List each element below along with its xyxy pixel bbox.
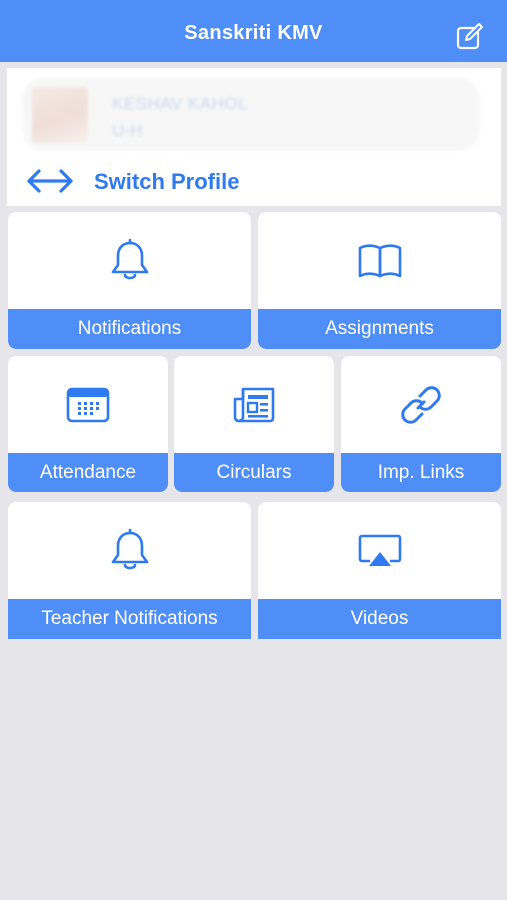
imp-links-label: Imp. Links — [341, 453, 501, 492]
profile-summary[interactable]: KESHAV KAHOL U-H — [22, 77, 480, 151]
profile-class: U-H — [112, 121, 143, 140]
attendance-label: Attendance — [8, 453, 168, 492]
imp-links-tile[interactable]: Imp. Links — [341, 356, 501, 492]
link-icon — [398, 382, 444, 428]
bell-icon — [106, 237, 154, 285]
avatar — [32, 87, 88, 143]
left-right-arrow-icon — [25, 166, 75, 196]
switch-profile-button[interactable]: Switch Profile — [25, 164, 325, 200]
assignments-label: Assignments — [258, 309, 501, 349]
notifications-tile[interactable]: Notifications — [8, 212, 251, 349]
teacher-notifications-tile[interactable]: Teacher Notifications — [8, 502, 251, 639]
assignments-tile[interactable]: Assignments — [258, 212, 501, 349]
profile-name: KESHAV KAHOL — [112, 94, 249, 113]
circulars-tile[interactable]: Circulars — [174, 356, 334, 492]
airplay-icon — [356, 531, 404, 571]
compose-icon[interactable] — [455, 22, 485, 52]
videos-tile[interactable]: Videos — [258, 502, 501, 639]
teacher-notifications-label: Teacher Notifications — [8, 599, 251, 639]
nav-bar: Sanskriti KMV — [0, 0, 507, 62]
circulars-label: Circulars — [174, 453, 334, 492]
book-icon — [356, 237, 404, 285]
switch-profile-label: Switch Profile — [94, 169, 240, 194]
calendar-icon — [65, 385, 111, 425]
bell-icon — [106, 527, 154, 575]
page-title: Sanskriti KMV — [184, 22, 323, 44]
notifications-label: Notifications — [8, 309, 251, 349]
profile-card: KESHAV KAHOL U-H Switch Profile — [7, 68, 501, 206]
attendance-tile[interactable]: Attendance — [8, 356, 168, 492]
newspaper-icon — [231, 385, 277, 425]
videos-label: Videos — [258, 599, 501, 639]
